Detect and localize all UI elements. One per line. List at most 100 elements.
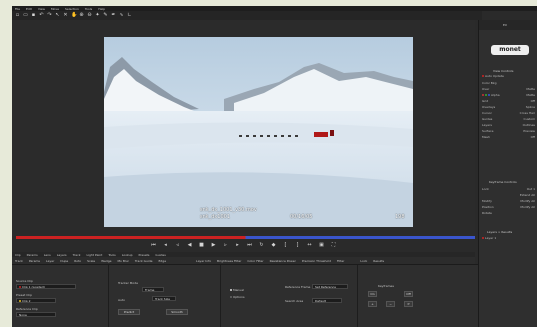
source-clip-select[interactable]: Clip 1 (Loaded) (16, 284, 76, 289)
tab-presets[interactable]: Presets (139, 253, 150, 257)
predict-button[interactable]: Predict (118, 309, 140, 315)
key-off-button[interactable]: Off (404, 291, 413, 297)
play-icon[interactable]: ▶ (211, 242, 217, 248)
subtab-precision-threshold[interactable]: Precision Threshold (302, 259, 331, 263)
first-frame-icon[interactable]: ⏮ (151, 242, 157, 248)
save-icon[interactable]: ▪ (31, 13, 36, 18)
menu-view[interactable]: View (38, 7, 45, 11)
menu-file[interactable]: File (15, 7, 20, 11)
subtab-params[interactable]: Params (29, 259, 40, 263)
subtab-brightness-filter[interactable]: Brightness Filter (217, 259, 241, 263)
magic-wand-icon[interactable]: ✦ (95, 13, 100, 18)
view-row[interactable]: Alpha Matte (482, 93, 535, 97)
undo-icon[interactable]: ↶ (39, 13, 44, 18)
marker-icon[interactable]: ◆ (271, 242, 277, 248)
view-row[interactable]: Overlays Spline (482, 105, 535, 109)
subtab-wedge[interactable]: Wedge (101, 259, 111, 263)
search-area-field[interactable]: Default (312, 298, 342, 303)
tab-tools[interactable]: Tools (108, 253, 115, 257)
range-icon[interactable]: ↔ (307, 242, 313, 248)
timeline-bar[interactable] (16, 236, 475, 239)
tab-lookup[interactable]: Lookup (122, 253, 133, 257)
menu-help[interactable]: Help (98, 7, 105, 11)
next-key-icon[interactable]: ▸ (235, 242, 241, 248)
key-reset-icon[interactable]: ↺ (404, 301, 413, 307)
keyframe-row[interactable]: Position Modify All (482, 205, 535, 209)
subtab-track[interactable]: Track (15, 259, 23, 263)
subtab-roto[interactable]: Roto (74, 259, 81, 263)
keyframe-row[interactable]: Rotate (482, 211, 535, 215)
manual-label[interactable]: Manual (230, 288, 244, 292)
view-row[interactable]: Surface Preview (482, 129, 535, 133)
set-reference-field[interactable]: Set Reference (312, 284, 348, 289)
menu-selection[interactable]: Selection (65, 7, 79, 11)
subtab-results[interactable]: Results (373, 259, 384, 263)
new-file-icon[interactable]: ▫ (15, 13, 20, 18)
tab-light-paint[interactable]: Light Paint (86, 253, 102, 257)
key-add-icon[interactable]: + (368, 301, 377, 307)
view-row[interactable]: Grid Off (482, 99, 535, 103)
path-icon[interactable]: ∿ (119, 13, 124, 18)
tab-clip[interactable]: Clip (15, 253, 21, 257)
track-size-field[interactable]: Track Size (152, 296, 176, 301)
auto-update-row[interactable]: Auto Update (482, 74, 535, 78)
keyframe-row[interactable]: Lock Out 1 (482, 187, 535, 191)
tab-layers[interactable]: Layers (57, 253, 67, 257)
view-row[interactable]: Guides Custom (482, 117, 535, 121)
last-frame-icon[interactable]: ⏭ (247, 242, 253, 248)
stop-icon[interactable]: ■ (199, 242, 205, 248)
tab-lens[interactable]: Lens (44, 253, 51, 257)
open-folder-icon[interactable]: ▭ (23, 13, 28, 18)
menu-edit[interactable]: Edit (26, 7, 32, 11)
select-arrow-icon[interactable]: ↖ (55, 13, 60, 18)
key-remove-icon[interactable]: − (386, 301, 395, 307)
layer-item[interactable]: Layer 1 (482, 236, 535, 240)
transform-icon[interactable]: ✕ (63, 13, 68, 18)
tab-guides[interactable]: Guides (155, 253, 165, 257)
brush-icon[interactable]: ✎ (103, 13, 108, 18)
play-reverse-icon[interactable]: ◀ (187, 242, 193, 248)
subtab-dupe[interactable]: Dupe (60, 259, 68, 263)
key-on-button[interactable]: On (368, 291, 377, 297)
zoom-in-icon[interactable]: ⊕ (79, 13, 84, 18)
view-row[interactable]: Cursor Cross Hair (482, 111, 535, 115)
tab-track[interactable]: Track (73, 253, 81, 257)
step-forward-icon[interactable]: ▹ (223, 242, 229, 248)
subtab-resistance-power[interactable]: Resistance Power (270, 259, 296, 263)
in-point-icon[interactable]: [ (283, 242, 289, 248)
menu-tools[interactable]: Tools (85, 7, 92, 11)
subtab-layer[interactable]: Layer (46, 259, 54, 263)
fit-icon[interactable]: ▣ (319, 242, 325, 248)
reference-clip-select[interactable]: None (16, 312, 56, 317)
subtab-edge[interactable]: Edge (158, 259, 166, 263)
redo-icon[interactable]: ↷ (47, 13, 52, 18)
subtab-filter[interactable]: Filter (337, 259, 344, 263)
subtab-lock[interactable]: Lock (360, 259, 367, 263)
zoom-out-icon[interactable]: ⊖ (87, 13, 92, 18)
step-back-icon[interactable]: ◃ (175, 242, 181, 248)
view-row[interactable]: Over Matte (482, 87, 535, 91)
hand-icon[interactable]: ✋ (71, 13, 77, 18)
view-row[interactable]: Color Bkg (482, 81, 535, 85)
fullscreen-icon[interactable]: ⛶ (331, 242, 337, 248)
subtab-color-filter[interactable]: Color Filter (247, 259, 263, 263)
view-row[interactable]: Layers Outlines (482, 123, 535, 127)
smooth-button[interactable]: Smooth (166, 309, 188, 315)
subtab-mo-blur[interactable]: Mo Blur (117, 259, 128, 263)
out-point-icon[interactable]: ] (295, 242, 301, 248)
track-from-field[interactable]: Frame (142, 287, 164, 292)
loop-icon[interactable]: ↻ (259, 242, 265, 248)
corner-icon[interactable]: ∟ (127, 13, 132, 18)
preset-clip-select[interactable]: Clip 2 (16, 298, 56, 303)
subtab-layer-info[interactable]: Layer Info (196, 259, 211, 263)
viewer-area[interactable]: snk_dx_1001_v30.mov snk_dx1001 00/16/05 … (12, 20, 475, 236)
video-frame[interactable]: snk_dx_1001_v30.mov snk_dx1001 00/16/05 … (104, 37, 413, 227)
pen-icon[interactable]: ✒ (111, 13, 116, 18)
keyframe-row[interactable]: Extend All (482, 193, 535, 197)
subtab-scale[interactable]: Scale (87, 259, 95, 263)
options-label[interactable]: Options (230, 295, 245, 299)
subtab-track-guide[interactable]: Track Guide (135, 259, 153, 263)
prev-key-icon[interactable]: ◂ (163, 242, 169, 248)
view-row[interactable]: Mesh Off (482, 135, 535, 139)
keyframe-row[interactable]: Modify Modify All (482, 199, 535, 203)
